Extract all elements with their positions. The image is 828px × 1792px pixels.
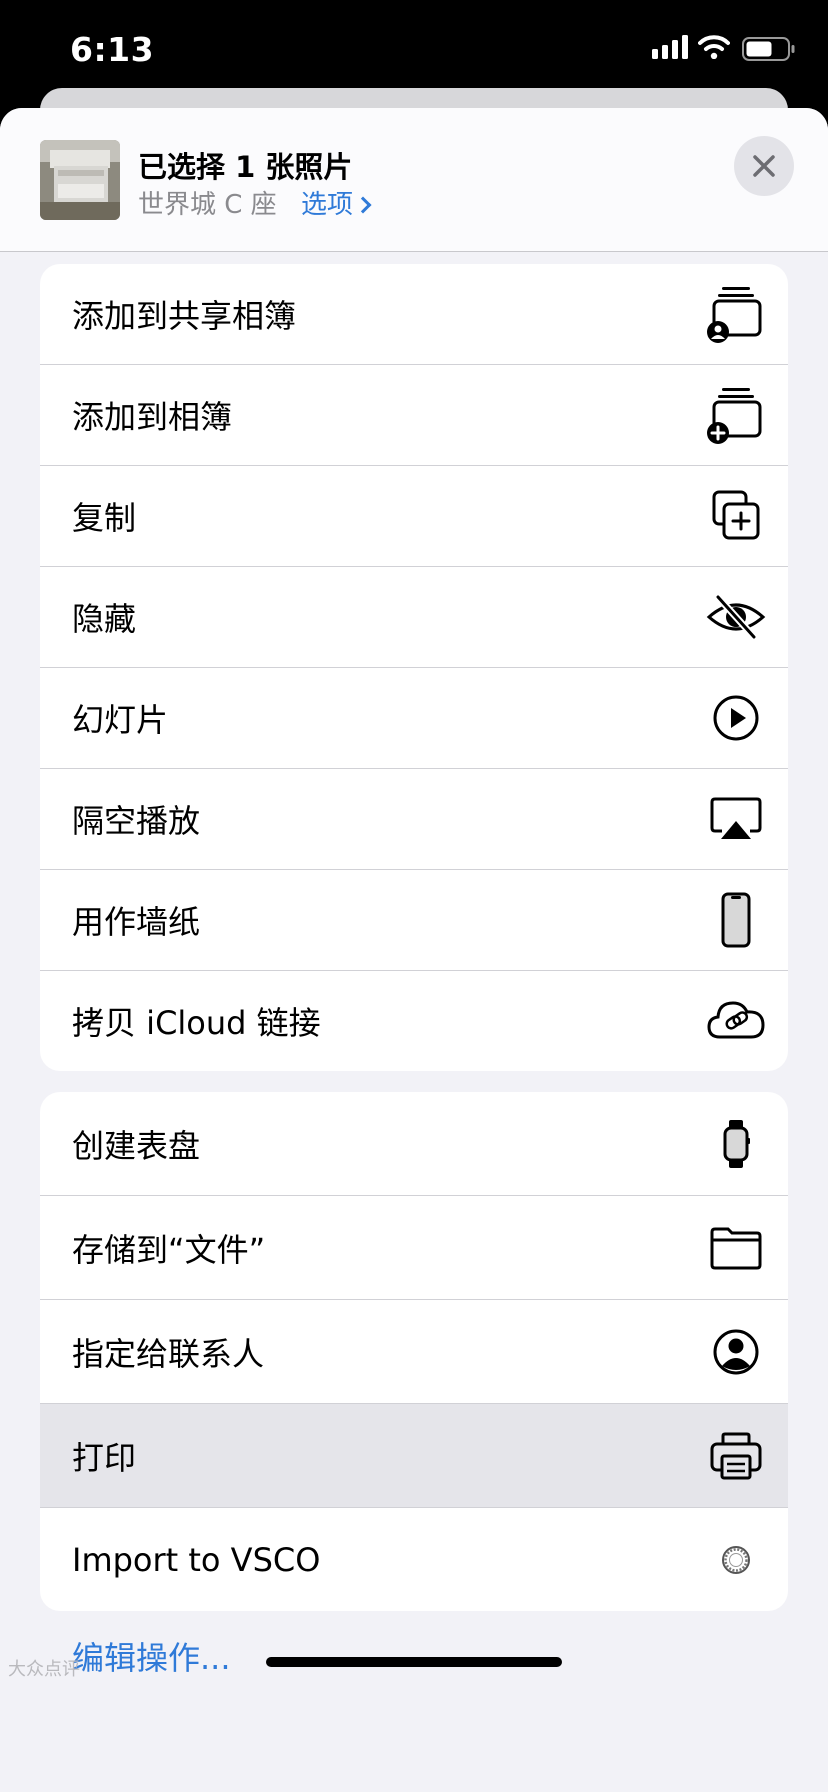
action-airplay[interactable]: 隔空播放 [40,769,788,870]
options-label: 选项 [300,190,353,220]
action-slideshow[interactable]: 幻灯片 [40,668,788,769]
home-indicator[interactable] [266,1657,562,1667]
photo-thumbnail [40,140,120,220]
cellular-signal-icon [652,35,688,59]
action-label: 创建表盘 [72,1126,201,1165]
share-sheet-header: 已选择 1 张照片 世界城 C 座 选项 [0,108,828,252]
iphone-icon [721,892,751,948]
watch-icon [723,1119,750,1168]
eye-slash-icon [706,594,766,640]
action-label: Import to VSCO [72,1540,321,1579]
actions-group-1: 添加到共享相簿 添加到相簿 复制 隐藏 幻灯片 隔空播放 用作墙纸 拷贝 iCl… [40,264,788,1071]
photo-location: 世界城 C 座 [138,190,277,220]
action-label: 幻灯片 [72,701,169,739]
action-label: 隐藏 [72,600,137,638]
action-label: 指定给联系人 [72,1334,265,1373]
action-create-watch-face[interactable]: 创建表盘 [40,1092,788,1196]
action-duplicate[interactable]: 复制 [40,466,788,567]
watermark: 大众点评 [8,1659,80,1680]
close-button[interactable] [734,136,794,196]
folder-icon [710,1227,762,1269]
selection-title: 已选择 1 张照片 [138,150,353,184]
vsco-icon [722,1545,750,1574]
action-add-to-album[interactable]: 添加到相簿 [40,365,788,466]
action-label: 存储到“文件” [72,1230,266,1269]
action-use-as-wallpaper[interactable]: 用作墙纸 [40,870,788,971]
action-assign-to-contact[interactable]: 指定给联系人 [40,1300,788,1404]
icloud-link-icon [707,1001,765,1039]
action-label: 用作墙纸 [72,903,201,941]
action-print[interactable]: 打印 [40,1404,788,1508]
status-bar: 6:13 [0,0,828,90]
actions-group-2: 创建表盘 存储到“文件” 指定给联系人 打印 Import to VSCO [40,1092,788,1611]
action-label: 打印 [72,1438,137,1477]
action-save-to-files[interactable]: 存储到“文件” [40,1196,788,1300]
xmark-icon [753,155,775,177]
action-label: 隔空播放 [72,802,201,840]
status-time: 6:13 [70,30,155,69]
play-circle-icon [713,695,759,741]
airplay-icon [710,797,762,839]
action-add-to-shared-album[interactable]: 添加到共享相簿 [40,264,788,365]
shared-album-icon [707,287,762,343]
share-sheet: 已选择 1 张照片 世界城 C 座 选项 添加到共享相簿 添加到相簿 复制 隐藏… [0,108,828,1792]
options-link[interactable]: 选项 [300,190,372,220]
selection-subtitle: 世界城 C 座 选项 [138,184,372,221]
edit-actions-link[interactable]: 编辑操作... [72,1633,231,1679]
action-import-to-vsco[interactable]: Import to VSCO [40,1508,788,1611]
add-album-icon [707,388,762,444]
printer-icon [710,1432,762,1479]
action-label: 拷贝 iCloud 链接 [72,1004,321,1042]
wifi-icon [698,35,730,59]
action-label: 添加到共享相簿 [72,297,297,335]
action-hide[interactable]: 隐藏 [40,567,788,668]
action-label: 复制 [72,499,137,537]
battery-icon [742,37,795,61]
duplicate-icon [712,490,760,540]
action-copy-icloud-link[interactable]: 拷贝 iCloud 链接 [40,971,788,1071]
person-circle-icon [713,1329,759,1374]
action-label: 添加到相簿 [72,398,233,436]
chevron-right-icon [354,196,372,214]
